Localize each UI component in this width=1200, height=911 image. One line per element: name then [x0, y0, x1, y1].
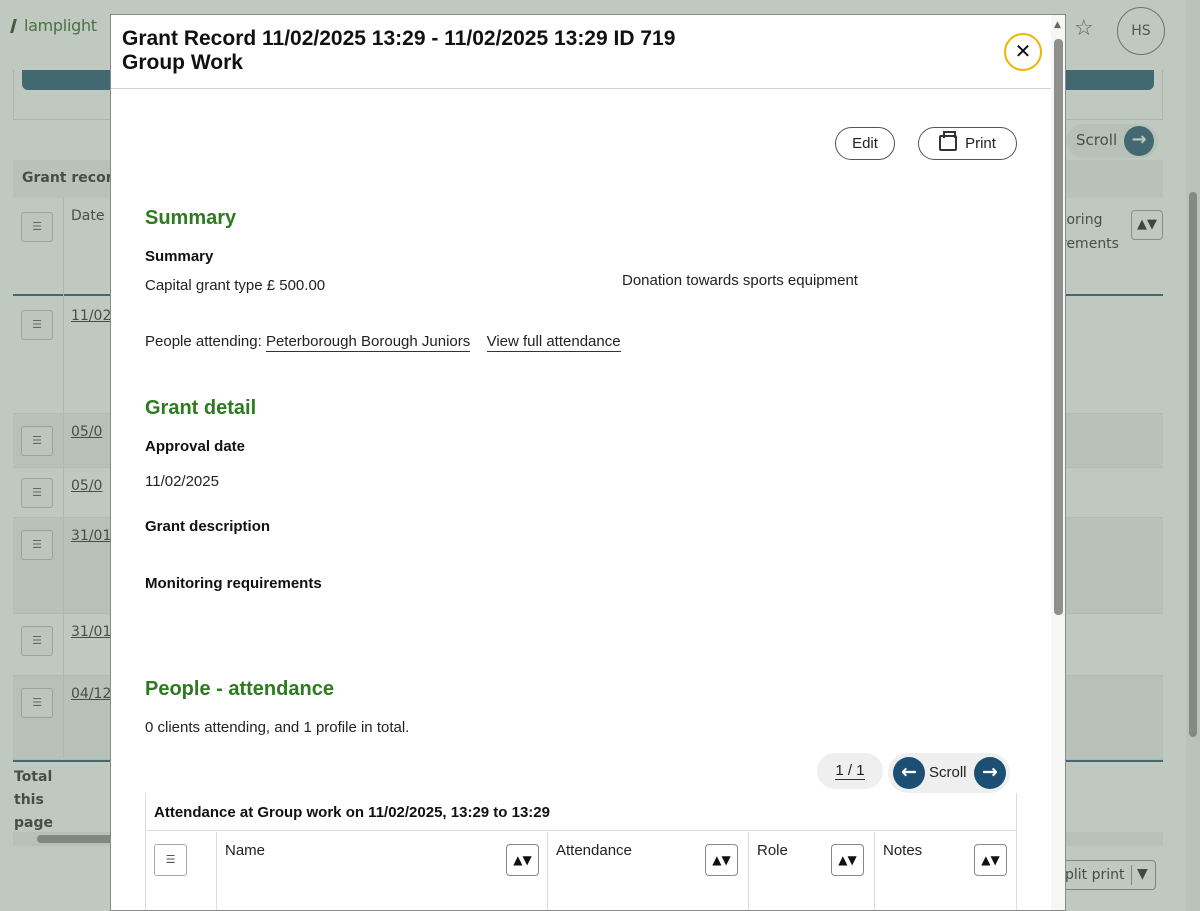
- grant-record-modal: Grant Record 11/02/2025 13:29 - 11/02/20…: [110, 14, 1066, 911]
- modal-scrollbar-thumb[interactable]: [1054, 39, 1063, 615]
- attendance-summary: 0 clients attending, and 1 profile in to…: [145, 719, 410, 736]
- monitoring-requirements-label: Monitoring requirements: [145, 575, 322, 592]
- sort-icon[interactable]: ▲▼: [506, 844, 539, 876]
- attendance-header-row: ☰ Name ▲▼ Attendance ▲▼ Role ▲▼ Notes ▲▼: [146, 832, 1016, 910]
- attendance-heading: People - attendance: [145, 678, 334, 700]
- col-name-label: Name: [225, 842, 266, 859]
- col-role-label: Role: [757, 842, 788, 859]
- col-role: Role ▲▼: [749, 832, 875, 910]
- scroll-up-icon[interactable]: ▲: [1054, 20, 1061, 30]
- printer-icon: [939, 131, 958, 151]
- sort-icon[interactable]: ▲▼: [705, 844, 738, 876]
- grant-description-label: Grant description: [145, 518, 271, 535]
- summary-description: Donation towards sports equipment: [622, 272, 858, 289]
- sort-icon[interactable]: ▲▼: [831, 844, 864, 876]
- arrow-left-icon[interactable]: ←: [893, 757, 925, 789]
- col-name: Name ▲▼: [217, 832, 548, 910]
- edit-button[interactable]: Edit: [835, 127, 895, 160]
- summary-label: Summary: [145, 248, 214, 265]
- print-button[interactable]: Print: [918, 127, 1017, 160]
- menu-icon[interactable]: ☰: [154, 844, 187, 876]
- approval-date-value: 11/02/2025: [145, 473, 219, 490]
- attendance-table-caption: Attendance at Group work on 11/02/2025, …: [146, 793, 1016, 831]
- col-attendance: Attendance ▲▼: [548, 832, 749, 910]
- col-notes: Notes ▲▼: [875, 832, 1016, 910]
- people-attending-link[interactable]: Peterborough Borough Juniors: [265, 333, 471, 352]
- arrow-right-icon[interactable]: →: [974, 757, 1006, 789]
- view-full-attendance-link[interactable]: View full attendance: [486, 333, 621, 352]
- close-button[interactable]: ✕: [1004, 33, 1042, 71]
- grant-detail-heading: Grant detail: [145, 397, 257, 419]
- approval-date-label: Approval date: [145, 438, 246, 455]
- modal-title-line1: Grant Record 11/02/2025 13:29 - 11/02/20…: [122, 27, 676, 50]
- close-icon: ✕: [1014, 39, 1032, 63]
- pager-text: 1 / 1: [835, 762, 865, 780]
- modal-header: Grant Record 11/02/2025 13:29 - 11/02/20…: [111, 15, 1051, 89]
- modal-scrollbar[interactable]: ▲: [1051, 15, 1065, 910]
- modal-title-line2: Group Work: [122, 51, 243, 74]
- summary-heading: Summary: [145, 207, 237, 229]
- col-notes-label: Notes: [883, 842, 923, 859]
- attendance-table: Attendance at Group work on 11/02/2025, …: [145, 793, 1017, 910]
- col-attendance-label: Attendance: [556, 842, 632, 859]
- attendance-menu-col: ☰: [146, 832, 217, 910]
- people-attending: People attending: Peterborough Borough J…: [145, 333, 621, 352]
- attendance-caption-text: Attendance at Group work on 11/02/2025, …: [154, 804, 550, 821]
- attendance-scroll-control: ← Scroll →: [888, 753, 1010, 793]
- attendance-scroll-label: Scroll: [929, 764, 967, 781]
- sort-icon[interactable]: ▲▼: [974, 844, 1007, 876]
- modal-title: Grant Record 11/02/2025 13:29 - 11/02/20…: [122, 27, 675, 75]
- grant-type-value: Capital grant type £ 500.00: [145, 277, 326, 294]
- print-label: Print: [965, 135, 996, 152]
- pager[interactable]: 1 / 1: [817, 753, 883, 789]
- people-attending-prefix: People attending:: [145, 333, 262, 350]
